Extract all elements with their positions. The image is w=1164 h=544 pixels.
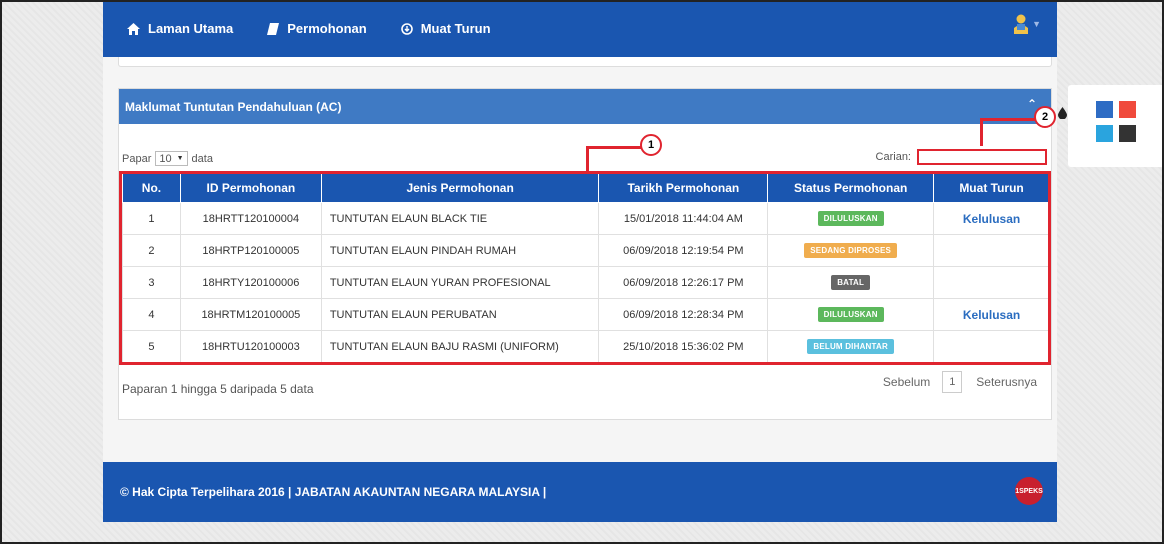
select-arrow-icon: ▼ bbox=[176, 155, 184, 162]
nav-application-label: Permohonan bbox=[287, 21, 367, 36]
cell-type: TUNTUTAN ELAUN PERUBATAN bbox=[320, 298, 600, 331]
cell-id: 18HRTU120100003 bbox=[179, 330, 322, 363]
cell-no: 1 bbox=[122, 202, 181, 235]
page-number-button[interactable]: 1 bbox=[942, 371, 963, 393]
cell-no: 3 bbox=[122, 266, 181, 299]
book-icon bbox=[267, 22, 280, 35]
download-circle-icon bbox=[400, 22, 413, 35]
nav-application[interactable]: Permohonan bbox=[267, 21, 367, 36]
page-length-value: 10 bbox=[159, 152, 172, 165]
panel-title: Maklumat Tuntutan Pendahuluan (AC) bbox=[125, 99, 342, 114]
table-row: 2 18HRTP120100005 TUNTUTAN ELAUN PINDAH … bbox=[122, 234, 1050, 267]
cell-status: BELUM DIHANTAR bbox=[767, 330, 935, 363]
cell-no: 5 bbox=[122, 330, 181, 363]
prev-page-button[interactable]: Sebelum bbox=[883, 375, 930, 389]
table-info-text: Paparan 1 hingga 5 daripada 5 data bbox=[122, 382, 314, 396]
cell-download bbox=[933, 330, 1050, 363]
cell-date: 06/09/2018 12:26:17 PM bbox=[598, 266, 769, 299]
cell-date: 25/10/2018 15:36:02 PM bbox=[598, 330, 769, 363]
cell-date: 06/09/2018 12:28:34 PM bbox=[598, 298, 769, 331]
cell-date: 06/09/2018 12:19:54 PM bbox=[598, 234, 769, 267]
table-wrapper: No. ID Permohonan Jenis Permohonan Tarik… bbox=[119, 172, 1053, 363]
callout-2-leader-vertical bbox=[980, 118, 983, 146]
cell-download: Kelulusan bbox=[933, 298, 1050, 331]
table-row: 4 18HRTM120100005 TUNTUTAN ELAUN PERUBAT… bbox=[122, 298, 1050, 331]
cell-id: 18HRTM120100005 bbox=[179, 298, 322, 331]
cell-status: BATAL bbox=[767, 266, 935, 299]
nav-home-label: Laman Utama bbox=[148, 21, 234, 36]
status-badge: SEDANG DIPROSES bbox=[804, 243, 898, 258]
panel-heading: Maklumat Tuntutan Pendahuluan (AC) ⌃ bbox=[119, 89, 1051, 124]
table-header-row: No. ID Permohonan Jenis Permohonan Tarik… bbox=[122, 172, 1050, 203]
callout-2-marker: 2 bbox=[1034, 106, 1056, 128]
home-icon bbox=[127, 22, 140, 35]
header-id[interactable]: ID Permohonan bbox=[179, 172, 322, 203]
cell-status: DILULUSKAN bbox=[767, 298, 935, 331]
chevron-down-icon: ▼ bbox=[1032, 19, 1041, 29]
nav-home[interactable]: Laman Utama bbox=[127, 21, 233, 36]
download-link[interactable]: Kelulusan bbox=[963, 212, 1020, 226]
status-badge: DILULUSKAN bbox=[817, 307, 884, 322]
main-content: Maklumat Tuntutan Pendahuluan (AC) ⌃ Pap… bbox=[103, 57, 1057, 462]
cell-no: 4 bbox=[122, 298, 181, 331]
length-prefix: Papar bbox=[122, 152, 152, 165]
user-menu[interactable]: ▼ bbox=[1014, 14, 1041, 34]
header-download[interactable]: Muat Turun bbox=[933, 172, 1050, 203]
top-navbar: Laman Utama Permohonan Muat Turun ▼ bbox=[103, 0, 1057, 57]
speks-logo: 1SPEKS bbox=[1015, 477, 1043, 505]
page-length-select[interactable]: 10 ▼ bbox=[155, 151, 188, 166]
theme-swatch-dark[interactable] bbox=[1119, 125, 1136, 142]
theme-swatch-blue[interactable] bbox=[1096, 101, 1113, 118]
cell-status: SEDANG DIPROSES bbox=[767, 234, 935, 267]
previous-panel-edge bbox=[118, 57, 1052, 67]
status-badge: BELUM DIHANTAR bbox=[807, 339, 894, 354]
claims-panel: Maklumat Tuntutan Pendahuluan (AC) ⌃ Pap… bbox=[118, 88, 1052, 420]
cell-download bbox=[933, 266, 1050, 299]
next-page-button[interactable]: Seterusnya bbox=[976, 375, 1037, 389]
header-date[interactable]: Tarikh Permohonan bbox=[598, 172, 769, 203]
cell-no: 2 bbox=[122, 234, 181, 267]
theme-swatch-red[interactable] bbox=[1119, 101, 1136, 118]
table-row: 1 18HRTT120100004 TUNTUTAN ELAUN BLACK T… bbox=[122, 202, 1050, 235]
status-badge: DILULUSKAN bbox=[817, 211, 884, 226]
cell-type: TUNTUTAN ELAUN PINDAH RUMAH bbox=[320, 234, 600, 267]
callout-2-leader-horizontal bbox=[980, 118, 1035, 121]
header-type[interactable]: Jenis Permohonan bbox=[320, 172, 600, 203]
nav-download-label: Muat Turun bbox=[420, 21, 491, 36]
cell-id: 18HRTT120100004 bbox=[179, 202, 322, 235]
header-status[interactable]: Status Permohonan bbox=[767, 172, 935, 203]
user-avatar-icon bbox=[1014, 14, 1029, 34]
status-badge: BATAL bbox=[831, 275, 871, 290]
cell-date: 15/01/2018 11:44:04 AM bbox=[598, 202, 769, 235]
cell-download: Kelulusan bbox=[933, 202, 1050, 235]
tint-drop-icon[interactable] bbox=[1058, 107, 1067, 119]
cell-type: TUNTUTAN ELAUN BLACK TIE bbox=[320, 202, 600, 235]
theme-switcher bbox=[1058, 85, 1164, 167]
cell-type: TUNTUTAN ELAUN BAJU RASMI (UNIFORM) bbox=[320, 330, 600, 363]
cell-status: DILULUSKAN bbox=[767, 202, 935, 235]
footer: © Hak Cipta Terpelihara 2016 | JABATAN A… bbox=[103, 462, 1057, 522]
page-length-control: Papar 10 ▼ data bbox=[122, 151, 213, 166]
chevron-up-icon[interactable]: ⌃ bbox=[1027, 97, 1037, 111]
callout-1-marker: 1 bbox=[640, 134, 662, 156]
table-row: 5 18HRTU120100003 TUNTUTAN ELAUN BAJU RA… bbox=[122, 330, 1050, 363]
length-suffix: data bbox=[191, 152, 213, 165]
cell-id: 18HRTY120100006 bbox=[179, 266, 322, 299]
claims-table: No. ID Permohonan Jenis Permohonan Tarik… bbox=[122, 172, 1050, 363]
cell-id: 18HRTP120100005 bbox=[179, 234, 322, 267]
search-control: Carian: bbox=[876, 149, 1047, 165]
callout-1-leader-vertical bbox=[586, 146, 589, 172]
callout-1-leader-horizontal bbox=[586, 146, 641, 149]
search-input[interactable] bbox=[917, 149, 1047, 165]
table-row: 3 18HRTY120100006 TUNTUTAN ELAUN YURAN P… bbox=[122, 266, 1050, 299]
pagination: Sebelum 1 Seterusnya bbox=[883, 371, 1037, 393]
cell-type: TUNTUTAN ELAUN YURAN PROFESIONAL bbox=[320, 266, 600, 299]
header-no[interactable]: No. bbox=[122, 172, 181, 203]
cell-download bbox=[933, 234, 1050, 267]
download-link[interactable]: Kelulusan bbox=[963, 308, 1020, 322]
search-label: Carian: bbox=[875, 151, 911, 163]
footer-copyright: © Hak Cipta Terpelihara 2016 | JABATAN A… bbox=[120, 485, 547, 499]
theme-swatch-light-blue[interactable] bbox=[1096, 125, 1113, 142]
nav-download[interactable]: Muat Turun bbox=[400, 21, 491, 36]
